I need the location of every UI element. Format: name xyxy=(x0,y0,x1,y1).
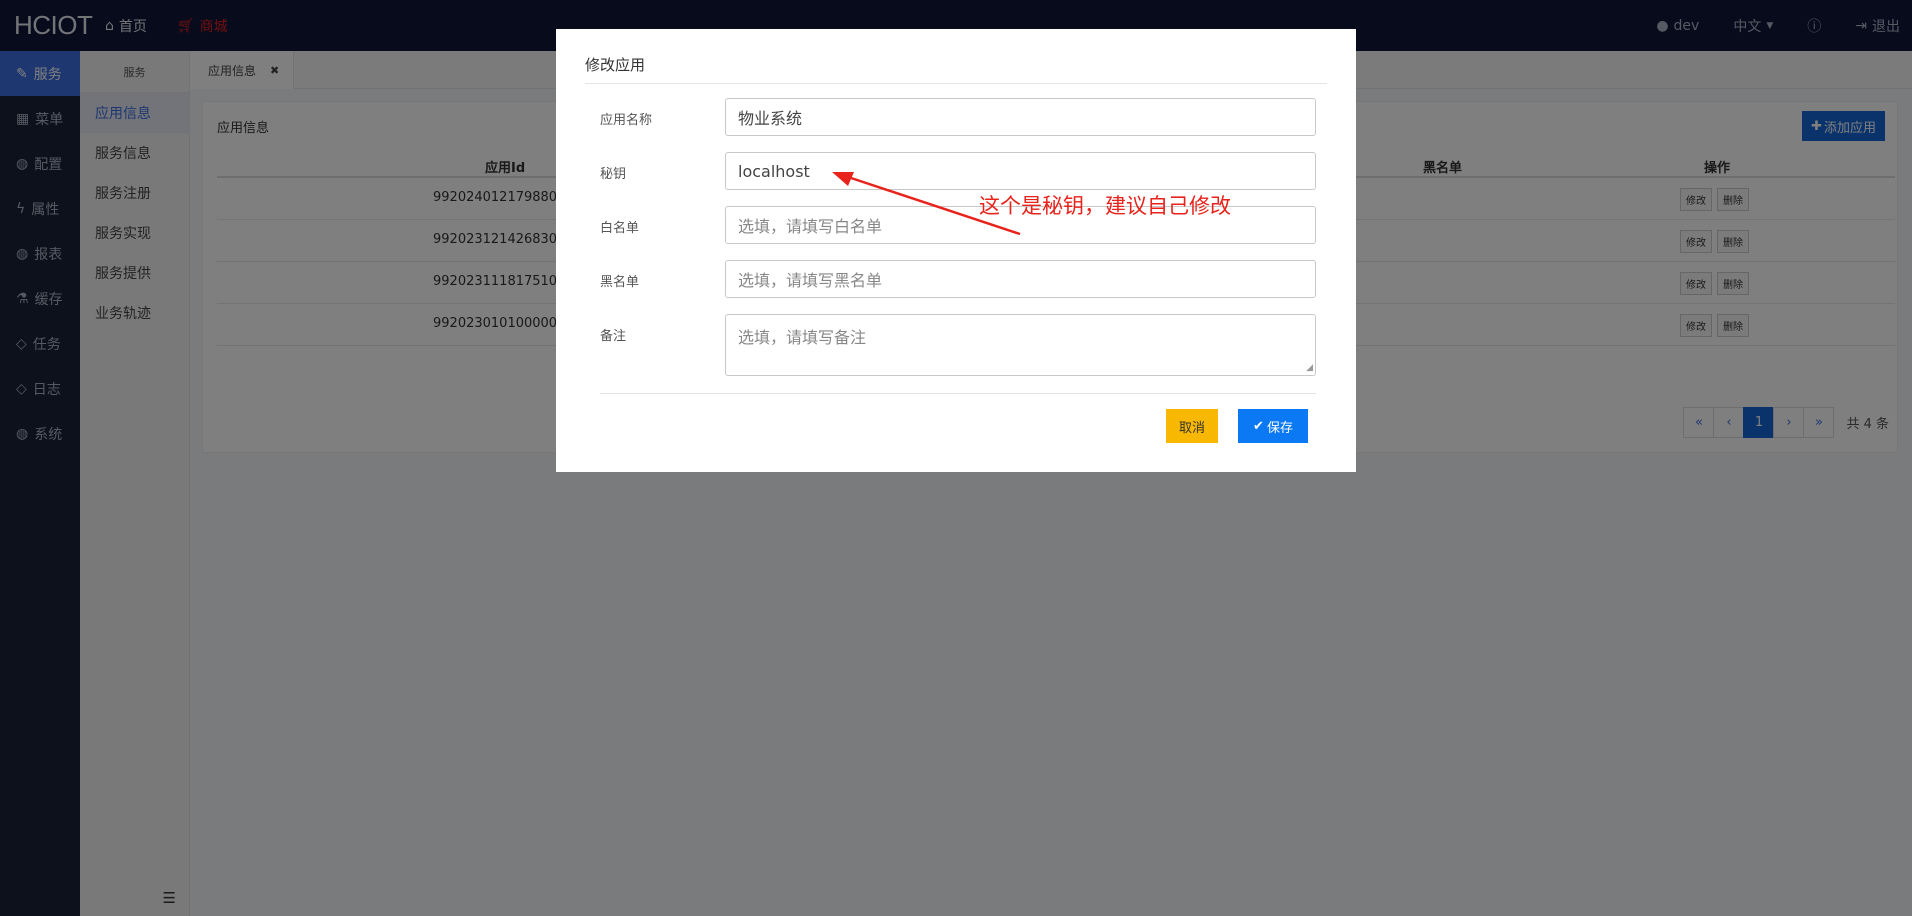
app-name-label: 应用名称 xyxy=(600,113,653,128)
edit-app-modal: 修改应用 应用名称 物业系统 秘钥 localhost 白名单 选填，请填写白名… xyxy=(556,29,1356,472)
blacklist-label: 黑名单 xyxy=(600,275,640,290)
check-icon: ✔ xyxy=(1253,418,1264,434)
remark-textarea[interactable]: 选填，请填写备注 ◢ xyxy=(725,314,1316,376)
remark-label: 备注 xyxy=(600,329,627,344)
annotation-text: 这个是秘钥，建议自己修改 xyxy=(979,194,1231,218)
modal-divider xyxy=(585,83,1327,84)
modal-footer-divider xyxy=(600,393,1316,394)
secret-input[interactable]: localhost xyxy=(725,152,1316,190)
whitelist-label: 白名单 xyxy=(600,221,640,236)
cancel-button[interactable]: 取消 xyxy=(1166,409,1218,443)
blacklist-input[interactable]: 选填，请填写黑名单 xyxy=(725,260,1316,298)
remark-placeholder: 选填，请填写备注 xyxy=(738,328,867,347)
app-name-input[interactable]: 物业系统 xyxy=(725,98,1316,136)
save-button[interactable]: ✔ 保存 xyxy=(1238,409,1308,443)
save-label: 保存 xyxy=(1266,420,1293,436)
secret-label: 秘钥 xyxy=(600,167,627,182)
modal-title: 修改应用 xyxy=(585,56,646,74)
resize-handle-icon[interactable]: ◢ xyxy=(1306,363,1313,373)
